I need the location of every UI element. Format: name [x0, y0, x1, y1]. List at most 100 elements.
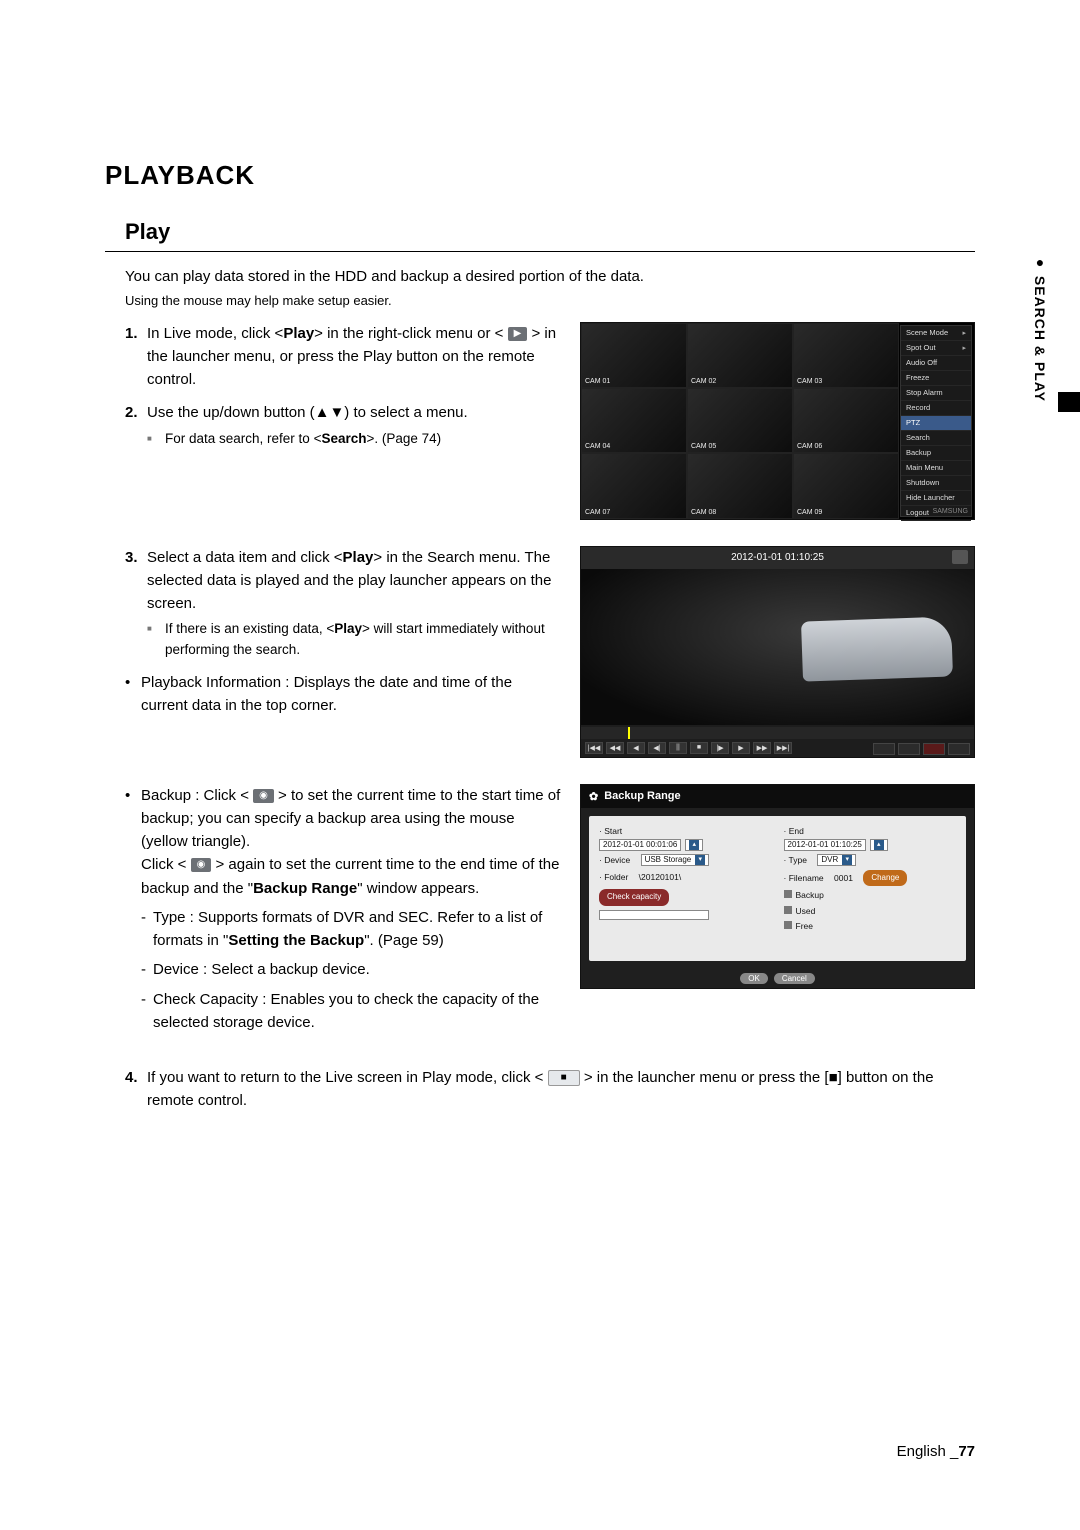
start-time-input[interactable]: 2012-01-01 00:01:06	[599, 839, 681, 851]
record-button[interactable]	[923, 743, 945, 755]
cam-label: CAM 08	[691, 509, 716, 516]
backup-icon: ◉	[191, 858, 212, 872]
filename-value: 0001	[834, 871, 853, 886]
screenshot-playback: 2012-01-01 01:10:25 |◀	[580, 546, 975, 758]
cam-label: CAM 02	[691, 378, 716, 385]
legend-backup: Backup	[796, 890, 824, 900]
playback-timestamp: 2012-01-01 01:10:25	[731, 552, 824, 563]
step-forward-button[interactable]: |▶	[711, 742, 729, 754]
pause-button[interactable]: ||	[669, 742, 687, 754]
legend-used: Used	[796, 906, 816, 916]
screenshot-backup-range: ✿ Backup Range · Start 2012-01-01 00:01:…	[580, 784, 975, 989]
type-dropdown[interactable]: DVR▾	[817, 854, 856, 866]
side-tab-label: SEARCH & PLAY	[1032, 276, 1048, 402]
menu-item[interactable]: Stop Alarm	[901, 386, 971, 401]
device-label: · Device	[599, 853, 630, 868]
playback-timeline[interactable]	[581, 727, 974, 739]
backup-icon: ◉	[253, 789, 274, 803]
zoom-button[interactable]	[873, 743, 895, 755]
play-icon: ▶	[508, 327, 528, 341]
timeline-marker[interactable]	[628, 727, 630, 739]
step-2-note: For data search, refer to <Search>. (Pag…	[147, 429, 562, 450]
skip-start-button[interactable]: |◀◀	[585, 742, 603, 754]
legend-swatch	[784, 906, 792, 914]
page-footer: English _77	[897, 1443, 975, 1460]
side-marker	[1058, 392, 1080, 412]
time-spinner[interactable]: ▴	[870, 839, 888, 851]
menu-item-selected[interactable]: PTZ	[901, 416, 971, 431]
start-label: · Start	[599, 824, 772, 839]
ok-button[interactable]: OK	[740, 973, 768, 984]
time-spinner[interactable]: ▴	[685, 839, 703, 851]
cam-label: CAM 03	[797, 378, 822, 385]
section-heading: Play	[125, 219, 975, 245]
filename-label: · Filename	[784, 871, 824, 886]
end-time-input[interactable]: 2012-01-01 01:10:25	[784, 839, 866, 851]
menu-item[interactable]: Backup	[901, 446, 971, 461]
menu-item[interactable]: Freeze	[901, 371, 971, 386]
stop-button[interactable]: ■	[690, 742, 708, 754]
context-menu: Scene Mode▸ Spot Out▸ Audio Off Freeze S…	[900, 325, 972, 517]
brand-label: SAMSUNG	[933, 508, 968, 515]
audio-button[interactable]	[898, 743, 920, 755]
legend-swatch	[784, 890, 792, 898]
change-button[interactable]: Change	[863, 870, 907, 886]
step-3-note: If there is an existing data, <Play> wil…	[147, 619, 562, 661]
gear-icon: ✿	[589, 790, 598, 803]
cancel-button[interactable]: Cancel	[774, 973, 815, 984]
chevron-right-icon: ▸	[962, 344, 966, 352]
check-capacity-button[interactable]: Check capacity	[599, 889, 669, 905]
hint-text: Using the mouse may help make setup easi…	[125, 293, 975, 308]
menu-item[interactable]: Record	[901, 401, 971, 416]
step-3: 3. Select a data item and click <Play> i…	[125, 546, 562, 662]
step-2: 2. Use the up/down button (▲▼) to select…	[125, 401, 562, 449]
cam-label: CAM 09	[797, 509, 822, 516]
footer-language: English	[897, 1443, 946, 1460]
menu-item[interactable]: Main Menu	[901, 461, 971, 476]
playback-viewport	[581, 569, 974, 725]
step-back-button[interactable]: ◀|	[648, 742, 666, 754]
folder-label: · Folder	[599, 870, 628, 885]
page-number: 77	[958, 1443, 975, 1460]
backup-button[interactable]	[948, 743, 970, 755]
menu-item[interactable]: Audio Off	[901, 356, 971, 371]
dash-capacity: Check Capacity : Enables you to check th…	[141, 988, 562, 1035]
reverse-play-button[interactable]: ◀	[627, 742, 645, 754]
cam-label: CAM 07	[585, 509, 610, 516]
page-title: PLAYBACK	[105, 160, 975, 191]
menu-item[interactable]: Spot Out▸	[901, 341, 971, 356]
intro-text: You can play data stored in the HDD and …	[125, 266, 975, 289]
chevron-down-icon: ▾	[695, 855, 705, 865]
legend-free: Free	[796, 921, 813, 931]
menu-item[interactable]: Scene Mode▸	[901, 326, 971, 341]
dash-type: Type : Supports formats of DVR and SEC. …	[141, 906, 562, 953]
menu-item[interactable]: Shutdown	[901, 476, 971, 491]
bullet-icon: ●	[1032, 254, 1048, 271]
menu-item[interactable]: Hide Launcher	[901, 491, 971, 506]
cam-label: CAM 05	[691, 443, 716, 450]
dialog-title: Backup Range	[604, 790, 680, 802]
stop-icon: ■	[548, 1070, 580, 1086]
capacity-bar	[599, 910, 709, 920]
rewind-button[interactable]: ◀◀	[606, 742, 624, 754]
scene-object	[801, 616, 953, 681]
screenshot-live-context-menu: 2012-01-01 01:10:25 CAM 01 CAM 02 CAM 03…	[580, 322, 975, 520]
user-icon[interactable]	[952, 550, 968, 564]
device-dropdown[interactable]: USB Storage▾	[641, 854, 710, 866]
divider	[105, 251, 975, 252]
chevron-down-icon: ▾	[842, 855, 852, 865]
legend-swatch	[784, 921, 792, 929]
skip-end-button[interactable]: ▶▶|	[774, 742, 792, 754]
fast-forward-button[interactable]: ▶▶	[753, 742, 771, 754]
menu-item[interactable]: Search	[901, 431, 971, 446]
play-button[interactable]: ▶	[732, 742, 750, 754]
bullet-playback-info: Playback Information : Displays the date…	[125, 671, 562, 718]
dash-device: Device : Select a backup device.	[141, 958, 562, 981]
cam-label: CAM 06	[797, 443, 822, 450]
bullet-backup: Backup : Click < ◉ > to set the current …	[125, 784, 562, 1035]
type-label: · Type	[784, 853, 807, 868]
folder-value: \20120101\	[639, 870, 682, 885]
chevron-right-icon: ▸	[962, 329, 966, 337]
side-tab: ● SEARCH & PLAY	[1032, 254, 1048, 402]
step-4: 4. If you want to return to the Live scr…	[125, 1066, 975, 1113]
